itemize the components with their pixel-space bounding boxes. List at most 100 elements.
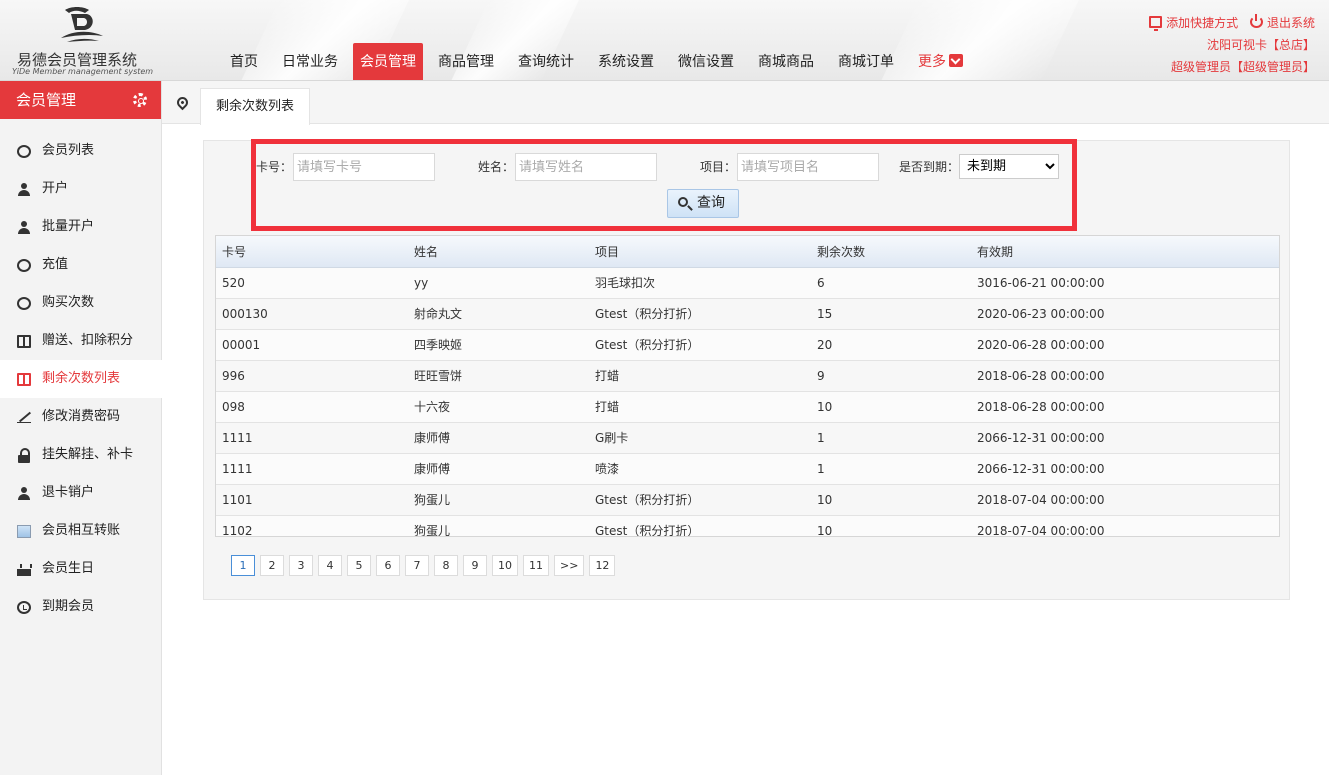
current-user[interactable]: 超级管理员【超级管理员】 <box>1141 56 1315 78</box>
nav-item-member-management[interactable]: 会员管理 <box>353 43 423 80</box>
sidebar-item-label: 会员生日 <box>42 561 95 576</box>
more-label: 更多 <box>918 54 946 70</box>
cell-remaining: 10 <box>811 515 971 536</box>
sidebar-item-label: 会员相互转账 <box>42 523 121 538</box>
sidebar-item-report-loss[interactable]: 挂失解挂、补卡 <box>0 436 161 474</box>
cell-card: 000130 <box>216 298 408 330</box>
table-row[interactable]: 520 yy 羽毛球扣次 6 3016-06-21 00:00:00 <box>216 267 1279 299</box>
table-row[interactable]: 00001 四季映姬 Gtest（积分打折） 20 2020-06-28 00:00:0… <box>216 329 1279 361</box>
sidebar-item-batch-open-account[interactable]: 批量开户 <box>0 208 161 246</box>
user-icon <box>17 183 31 196</box>
chevron-down-icon <box>949 54 963 67</box>
column-header-remaining[interactable]: 剩余次数 <box>811 236 971 268</box>
pencil-icon <box>17 411 31 424</box>
page-button-10[interactable]: 10 <box>492 555 518 576</box>
sidebar-item-points[interactable]: 赠送、扣除积分 <box>0 322 161 360</box>
page-button-9[interactable]: 9 <box>463 555 487 576</box>
page-button-7[interactable]: 7 <box>405 555 429 576</box>
sidebar: 会员管理 会员列表 开户 批量开户 充值 购买次数 赠送、扣除积分 剩余次数列表… <box>0 81 162 775</box>
page-button-3[interactable]: 3 <box>289 555 313 576</box>
sidebar-item-label: 挂失解挂、补卡 <box>42 447 134 462</box>
sidebar-item-expired-members[interactable]: 到期会员 <box>0 588 161 626</box>
table-row[interactable]: 1111 康师傅 G刷卡 1 2066-12-31 00:00:00 <box>216 422 1279 454</box>
page-button-11[interactable]: 11 <box>523 555 549 576</box>
sidebar-item-label: 修改消费密码 <box>42 409 121 424</box>
sidebar-item-label: 购买次数 <box>42 295 95 310</box>
nav-item-product-management[interactable]: 商品管理 <box>431 43 501 80</box>
column-header-card[interactable]: 卡号 <box>216 236 408 268</box>
column-header-item[interactable]: 项目 <box>589 236 811 268</box>
cell-remaining: 10 <box>811 484 971 516</box>
store-name[interactable]: 沈阳可视卡【总店】 <box>1141 34 1315 56</box>
sidebar-item-label: 充值 <box>42 257 69 272</box>
cake-icon <box>17 563 32 576</box>
gear-icon[interactable] <box>133 93 147 107</box>
cell-card: 1102 <box>216 515 408 536</box>
card-input[interactable] <box>293 153 435 181</box>
expired-select[interactable]: 未到期 <box>959 154 1059 179</box>
cell-expiry: 2018-06-28 00:00:00 <box>971 391 1279 423</box>
nav-item-query-statistics[interactable]: 查询统计 <box>511 43 581 80</box>
cell-name: 旺旺雪饼 <box>408 360 589 392</box>
nav-item-mall-products[interactable]: 商城商品 <box>751 43 821 80</box>
nav-item-mall-orders[interactable]: 商城订单 <box>831 43 901 80</box>
nav-item-system-settings[interactable]: 系统设置 <box>591 43 661 80</box>
column-header-expiry[interactable]: 有效期 <box>971 236 1279 268</box>
item-field: 项目： <box>700 153 879 181</box>
cell-remaining: 1 <box>811 422 971 454</box>
cell-item: 羽毛球扣次 <box>589 267 811 299</box>
sidebar-item-birthday[interactable]: 会员生日 <box>0 550 161 588</box>
page-next-button[interactable]: >> <box>554 555 585 576</box>
sidebar-item-change-password[interactable]: 修改消费密码 <box>0 398 161 436</box>
item-input[interactable] <box>737 153 879 181</box>
nav-item-home[interactable]: 首页 <box>223 43 265 80</box>
table-row[interactable]: 000130 射命丸文 Gtest（积分打折） 15 2020-06-23 00:00:… <box>216 298 1279 330</box>
logout-link[interactable]: 退出系统 <box>1249 14 1315 30</box>
cell-expiry: 3016-06-21 00:00:00 <box>971 267 1279 299</box>
user-circle-icon <box>17 145 31 158</box>
cell-card: 1111 <box>216 453 408 485</box>
cell-name: 康师傅 <box>408 453 589 485</box>
sidebar-item-recharge[interactable]: 充值 <box>0 246 161 284</box>
cell-card: 1101 <box>216 484 408 516</box>
page-button-2[interactable]: 2 <box>260 555 284 576</box>
sidebar-header: 会员管理 <box>0 81 161 119</box>
cell-remaining: 20 <box>811 329 971 361</box>
nav-item-daily-business[interactable]: 日常业务 <box>275 43 345 80</box>
page-button-1[interactable]: 1 <box>231 555 255 576</box>
card-field: 卡号： <box>256 153 435 181</box>
table-row[interactable]: 1111 康师傅 喷漆 1 2066-12-31 00:00:00 <box>216 453 1279 485</box>
page-button-4[interactable]: 4 <box>318 555 342 576</box>
cell-item: G刷卡 <box>589 422 811 454</box>
page-button-8[interactable]: 8 <box>434 555 458 576</box>
tab-remaining-times[interactable]: 剩余次数列表 <box>200 88 311 125</box>
sidebar-title: 会员管理 <box>16 91 77 109</box>
page-last-button[interactable]: 12 <box>589 555 616 576</box>
cell-item: 打蜡 <box>589 391 811 423</box>
app-header: 易德会员管理系统 YiDe Member management system 首… <box>0 0 1329 81</box>
sidebar-item-transfer[interactable]: 会员相互转账 <box>0 512 161 550</box>
cell-name: 狗蛋儿 <box>408 484 589 516</box>
name-input[interactable] <box>515 153 657 181</box>
table-row[interactable]: 098 十六夜 打蜡 10 2018-06-28 00:00:00 <box>216 391 1279 423</box>
table-row[interactable]: 1101 狗蛋儿 Gtest（积分打折） 10 2018-07-04 00:00:00 <box>216 484 1279 516</box>
cell-card: 1111 <box>216 422 408 454</box>
sidebar-item-open-account[interactable]: 开户 <box>0 170 161 208</box>
nav-item-more[interactable]: 更多 <box>911 43 970 80</box>
add-shortcut-link[interactable]: 添加快捷方式 <box>1149 16 1238 31</box>
column-header-name[interactable]: 姓名 <box>408 236 589 268</box>
table-row[interactable]: 996 旺旺雪饼 打蜡 9 2018-06-28 00:00:00 <box>216 360 1279 392</box>
sidebar-item-buy-times[interactable]: 购买次数 <box>0 284 161 322</box>
page-button-6[interactable]: 6 <box>376 555 400 576</box>
page-button-5[interactable]: 5 <box>347 555 371 576</box>
nav-item-wechat-settings[interactable]: 微信设置 <box>671 43 741 80</box>
table-row[interactable]: 1102 狗蛋儿 Gtest（积分打折） 10 2018-07-04 00:00:00 <box>216 515 1279 536</box>
sidebar-item-member-list[interactable]: 会员列表 <box>0 132 161 170</box>
card-label: 卡号： <box>256 160 293 174</box>
sidebar-item-remaining-times[interactable]: 剩余次数列表 <box>0 360 162 398</box>
query-button[interactable]: 查询 <box>667 189 739 218</box>
monitor-icon <box>1149 16 1163 31</box>
sidebar-item-cancel-card[interactable]: 退卡销户 <box>0 474 161 512</box>
expired-label: 是否到期： <box>899 160 960 174</box>
cell-remaining: 15 <box>811 298 971 330</box>
